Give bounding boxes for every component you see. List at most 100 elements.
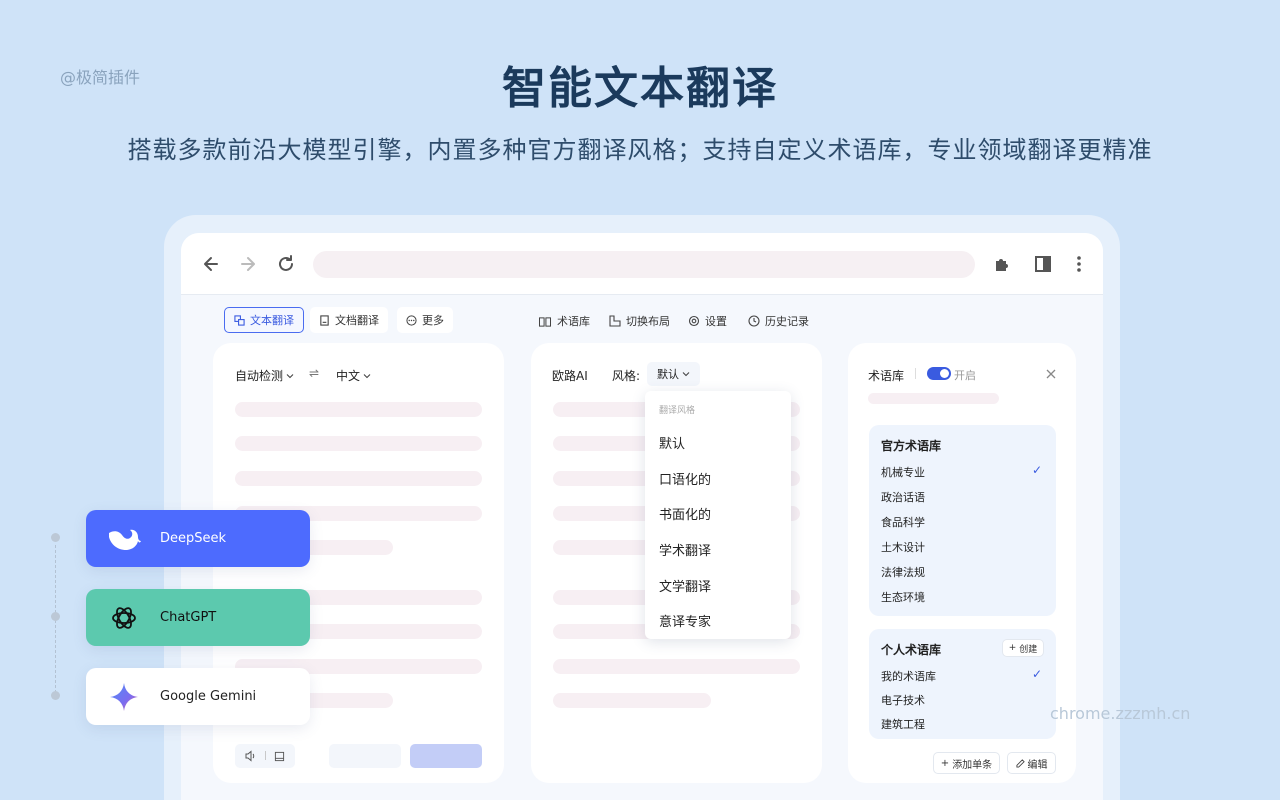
- personal-glossary-item[interactable]: 电子技术: [881, 692, 925, 708]
- style-option-default[interactable]: 默认: [659, 433, 685, 452]
- chevron-down-icon: [682, 372, 690, 377]
- history-label: 历史记录: [765, 315, 809, 328]
- switch-layout-link[interactable]: 切换布局: [609, 313, 670, 329]
- official-glossary-item[interactable]: 食品科学: [881, 514, 925, 530]
- glossary-toggle[interactable]: [927, 367, 951, 380]
- glossary-link-label: 术语库: [557, 315, 590, 328]
- image-icon[interactable]: [274, 751, 285, 762]
- plus-icon: +: [940, 757, 950, 769]
- target-language-label: 中文: [336, 369, 361, 383]
- engine-card-gemini[interactable]: Google Gemini: [86, 668, 310, 725]
- settings-link[interactable]: 设置: [688, 313, 727, 329]
- swap-language-icon[interactable]: ⇌: [309, 366, 319, 380]
- forward-arrow-icon[interactable]: [236, 252, 260, 276]
- reload-icon[interactable]: [274, 252, 298, 276]
- style-option-academic[interactable]: 学术翻译: [659, 540, 711, 559]
- tab-text-translate-label: 文本翻译: [250, 314, 294, 327]
- source-text-placeholder: [235, 402, 482, 417]
- back-arrow-icon[interactable]: [199, 252, 223, 276]
- source-text-placeholder: [235, 471, 482, 486]
- style-option-colloquial[interactable]: 口语化的: [659, 469, 711, 488]
- extensions-puzzle-icon[interactable]: [991, 252, 1015, 276]
- style-menu-heading: 翻译风格: [659, 406, 696, 416]
- style-option-literary[interactable]: 文学翻译: [659, 576, 711, 595]
- edit-label: 编辑: [1027, 759, 1048, 771]
- personal-glossary-item[interactable]: 我的术语库: [881, 668, 936, 684]
- side-panel-icon[interactable]: [1031, 252, 1055, 276]
- style-label: 风格:: [612, 369, 641, 383]
- connector-dot: [51, 691, 60, 700]
- engine-card-deepseek[interactable]: DeepSeek: [86, 510, 310, 567]
- close-icon[interactable]: [1044, 366, 1058, 380]
- source-action-group: |: [235, 744, 295, 768]
- openai-logo-icon: [105, 599, 143, 637]
- glossary-panel-title: 术语库: [868, 369, 905, 383]
- official-glossary-item[interactable]: 法律法规: [881, 564, 925, 580]
- chevron-down-icon: [286, 373, 294, 378]
- action-separator: |: [263, 751, 268, 761]
- style-option-free-translation[interactable]: 意译专家: [659, 611, 711, 630]
- glossary-toggle-label: 开启: [954, 369, 976, 382]
- source-language-label: 自动检测: [235, 369, 284, 383]
- history-link[interactable]: 历史记录: [748, 313, 809, 329]
- more-circle-icon: [406, 314, 417, 326]
- check-icon: ✓: [1032, 667, 1043, 681]
- create-glossary-label: 创建: [1019, 644, 1038, 655]
- engine-card-chatgpt[interactable]: ChatGPT: [86, 589, 310, 646]
- engine-name-gemini: Google Gemini: [160, 689, 257, 704]
- settings-label: 设置: [705, 315, 727, 328]
- more-menu-icon[interactable]: [1067, 252, 1091, 276]
- connector-dot: [51, 612, 60, 621]
- page-headline: 智能文本翻译: [502, 63, 778, 114]
- book-icon: [538, 316, 552, 327]
- watermark-bottom-right: chrome.zzzmh.cn: [1050, 704, 1191, 723]
- edit-icon: [1015, 758, 1025, 768]
- official-glossary-item[interactable]: 机械专业: [881, 464, 925, 480]
- official-glossary-item[interactable]: 政治话语: [881, 489, 925, 505]
- engine-name[interactable]: 欧路AI: [552, 367, 588, 384]
- translation-placeholder: [553, 693, 711, 708]
- tab-doc-translate[interactable]: 文档翻译: [310, 307, 388, 333]
- tab-text-translate[interactable]: 文本翻译: [224, 307, 304, 333]
- tab-doc-translate-label: 文档翻译: [335, 314, 379, 327]
- tab-more[interactable]: 更多: [397, 307, 453, 333]
- style-select[interactable]: 默认: [647, 362, 700, 386]
- text-translate-icon: [234, 314, 245, 326]
- personal-glossary-title: 个人术语库: [881, 643, 942, 657]
- style-option-formal[interactable]: 书面化的: [659, 504, 711, 523]
- translate-button[interactable]: [410, 744, 482, 768]
- gemini-sparkle-icon: [105, 678, 143, 716]
- style-dropdown-menu: 翻译风格 默认 口语化的 书面化的 学术翻译 文学翻译 意译专家: [645, 391, 791, 639]
- speaker-icon[interactable]: [245, 750, 257, 762]
- chevron-down-icon: [363, 373, 371, 378]
- add-entry-button[interactable]: + 添加单条: [933, 752, 1000, 774]
- title-divider: [915, 368, 916, 379]
- source-language-select[interactable]: 自动检测: [235, 367, 294, 384]
- connector-dot: [51, 533, 60, 542]
- glossary-link[interactable]: 术语库: [538, 313, 590, 329]
- browser-toolbar: [181, 233, 1103, 295]
- official-glossary-title: 官方术语库: [881, 439, 942, 453]
- official-glossary-item[interactable]: 土木设计: [881, 539, 925, 555]
- create-glossary-button[interactable]: + 创建: [1002, 639, 1044, 657]
- address-bar[interactable]: [313, 251, 975, 278]
- deepseek-whale-icon: [105, 520, 143, 558]
- official-glossary-item[interactable]: 生态环境: [881, 589, 925, 605]
- secondary-action-button[interactable]: [329, 744, 401, 768]
- source-text-placeholder: [235, 436, 482, 451]
- engine-name-deepseek: DeepSeek: [160, 531, 227, 546]
- personal-glossary-item[interactable]: 建筑工程: [881, 716, 925, 732]
- target-language-select[interactable]: 中文: [336, 367, 371, 384]
- tab-more-label: 更多: [422, 314, 444, 327]
- switch-layout-label: 切换布局: [626, 315, 670, 328]
- translation-placeholder: [553, 659, 800, 674]
- page-subheadline: 搭载多款前沿大模型引擎，内置多种官方翻译风格；支持自定义术语库，专业领域翻译更精…: [127, 136, 1153, 164]
- add-entry-label: 添加单条: [952, 759, 993, 771]
- gear-icon: [688, 315, 700, 327]
- check-icon: ✓: [1032, 463, 1043, 477]
- edit-button[interactable]: 编辑: [1007, 752, 1056, 774]
- plus-icon: +: [1008, 643, 1017, 653]
- document-icon: [320, 314, 329, 326]
- translator-toolbar: 文本翻译 文档翻译 更多 术语库 切换布局 设置 历史记录: [181, 295, 1103, 345]
- engine-name-chatgpt: ChatGPT: [160, 610, 217, 625]
